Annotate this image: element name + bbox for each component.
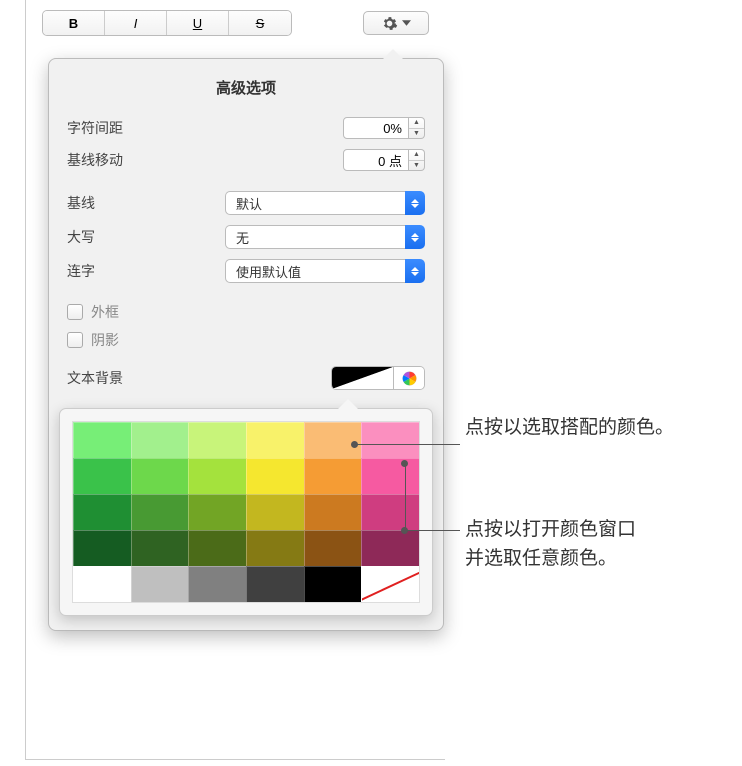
color-swatch[interactable]	[131, 494, 189, 530]
baseline-shift-stepper-buttons[interactable]: ▲ ▼	[409, 149, 425, 171]
color-swatch[interactable]	[246, 530, 304, 566]
stepper-up-icon[interactable]: ▲	[409, 150, 424, 161]
color-swatches-popover	[59, 408, 433, 616]
baseline-shift-stepper: ▲ ▼	[343, 149, 425, 171]
bold-button[interactable]: B	[43, 11, 105, 35]
color-swatch[interactable]	[131, 530, 189, 566]
color-swatch[interactable]	[73, 422, 131, 458]
color-swatch[interactable]	[304, 494, 362, 530]
baseline-shift-input[interactable]	[343, 149, 409, 171]
text-background-label: 文本背景	[67, 368, 331, 388]
color-swatch[interactable]	[304, 530, 362, 566]
char-spacing-stepper: ▲ ▼	[343, 117, 425, 139]
baseline-select[interactable]: 默认	[225, 191, 425, 215]
color-swatch[interactable]	[73, 458, 131, 494]
color-picker-button[interactable]	[394, 367, 424, 389]
color-swatch[interactable]	[73, 566, 131, 602]
caps-select[interactable]: 无	[225, 225, 425, 249]
format-toolbar: B I U S	[26, 0, 445, 44]
stepper-up-icon[interactable]: ▲	[409, 118, 424, 129]
color-swatch[interactable]	[361, 494, 419, 530]
italic-button[interactable]: I	[105, 11, 167, 35]
color-swatch[interactable]	[246, 494, 304, 530]
color-swatch[interactable]	[73, 530, 131, 566]
color-swatch[interactable]	[188, 530, 246, 566]
stepper-down-icon[interactable]: ▼	[409, 129, 424, 139]
advanced-options-popover: 高级选项 字符间距 ▲ ▼ 基线移动 ▲ ▼ 基线	[48, 58, 444, 631]
text-style-group: B I U S	[42, 10, 292, 36]
caps-label: 大写	[67, 227, 225, 247]
shadow-label: 阴影	[91, 330, 119, 350]
ligatures-label: 连字	[67, 261, 225, 281]
color-swatch[interactable]	[131, 422, 189, 458]
select-arrows-icon	[405, 259, 425, 283]
ligatures-select[interactable]: 使用默认值	[225, 259, 425, 283]
callout-leader	[355, 444, 460, 445]
color-swatch[interactable]	[188, 494, 246, 530]
underline-button[interactable]: U	[167, 11, 229, 35]
color-swatch[interactable]	[246, 566, 304, 602]
advanced-options-button[interactable]	[363, 11, 429, 35]
color-swatch[interactable]	[188, 458, 246, 494]
callout-leader	[405, 530, 460, 531]
baseline-shift-label: 基线移动	[67, 150, 343, 170]
char-spacing-input[interactable]	[343, 117, 409, 139]
color-swatch[interactable]	[188, 566, 246, 602]
baseline-label: 基线	[67, 193, 225, 213]
select-arrows-icon	[405, 225, 425, 249]
color-swatch[interactable]	[188, 422, 246, 458]
color-swatch[interactable]	[131, 458, 189, 494]
char-spacing-stepper-buttons[interactable]: ▲ ▼	[409, 117, 425, 139]
color-wheel-icon	[401, 370, 418, 387]
callout-color-picker: 点按以打开颜色窗口 并选取任意颜色。	[465, 516, 636, 573]
color-swatch[interactable]	[361, 458, 419, 494]
color-swatch[interactable]	[73, 494, 131, 530]
color-swatch[interactable]	[304, 458, 362, 494]
color-swatch[interactable]	[361, 422, 419, 458]
text-background-color-controls	[331, 366, 425, 390]
color-swatch[interactable]	[246, 422, 304, 458]
strikethrough-button[interactable]: S	[229, 11, 291, 35]
color-swatch[interactable]	[304, 566, 362, 602]
color-swatch-well[interactable]	[332, 367, 394, 389]
stepper-down-icon[interactable]: ▼	[409, 161, 424, 171]
no-color-swatch[interactable]	[361, 566, 419, 602]
select-arrows-icon	[405, 191, 425, 215]
callout-leader	[405, 463, 406, 530]
shadow-checkbox[interactable]	[67, 332, 83, 348]
color-swatch[interactable]	[304, 422, 362, 458]
popover-title: 高级选项	[49, 59, 443, 112]
callout-swatch: 点按以选取搭配的颜色。	[465, 414, 674, 443]
color-swatches-grid	[72, 421, 420, 603]
char-spacing-label: 字符间距	[67, 118, 343, 138]
outline-label: 外框	[91, 302, 119, 322]
chevron-down-icon	[402, 20, 411, 26]
outline-checkbox[interactable]	[67, 304, 83, 320]
gear-icon	[381, 15, 398, 32]
color-swatch[interactable]	[246, 458, 304, 494]
color-swatch[interactable]	[131, 566, 189, 602]
color-swatch[interactable]	[361, 530, 419, 566]
